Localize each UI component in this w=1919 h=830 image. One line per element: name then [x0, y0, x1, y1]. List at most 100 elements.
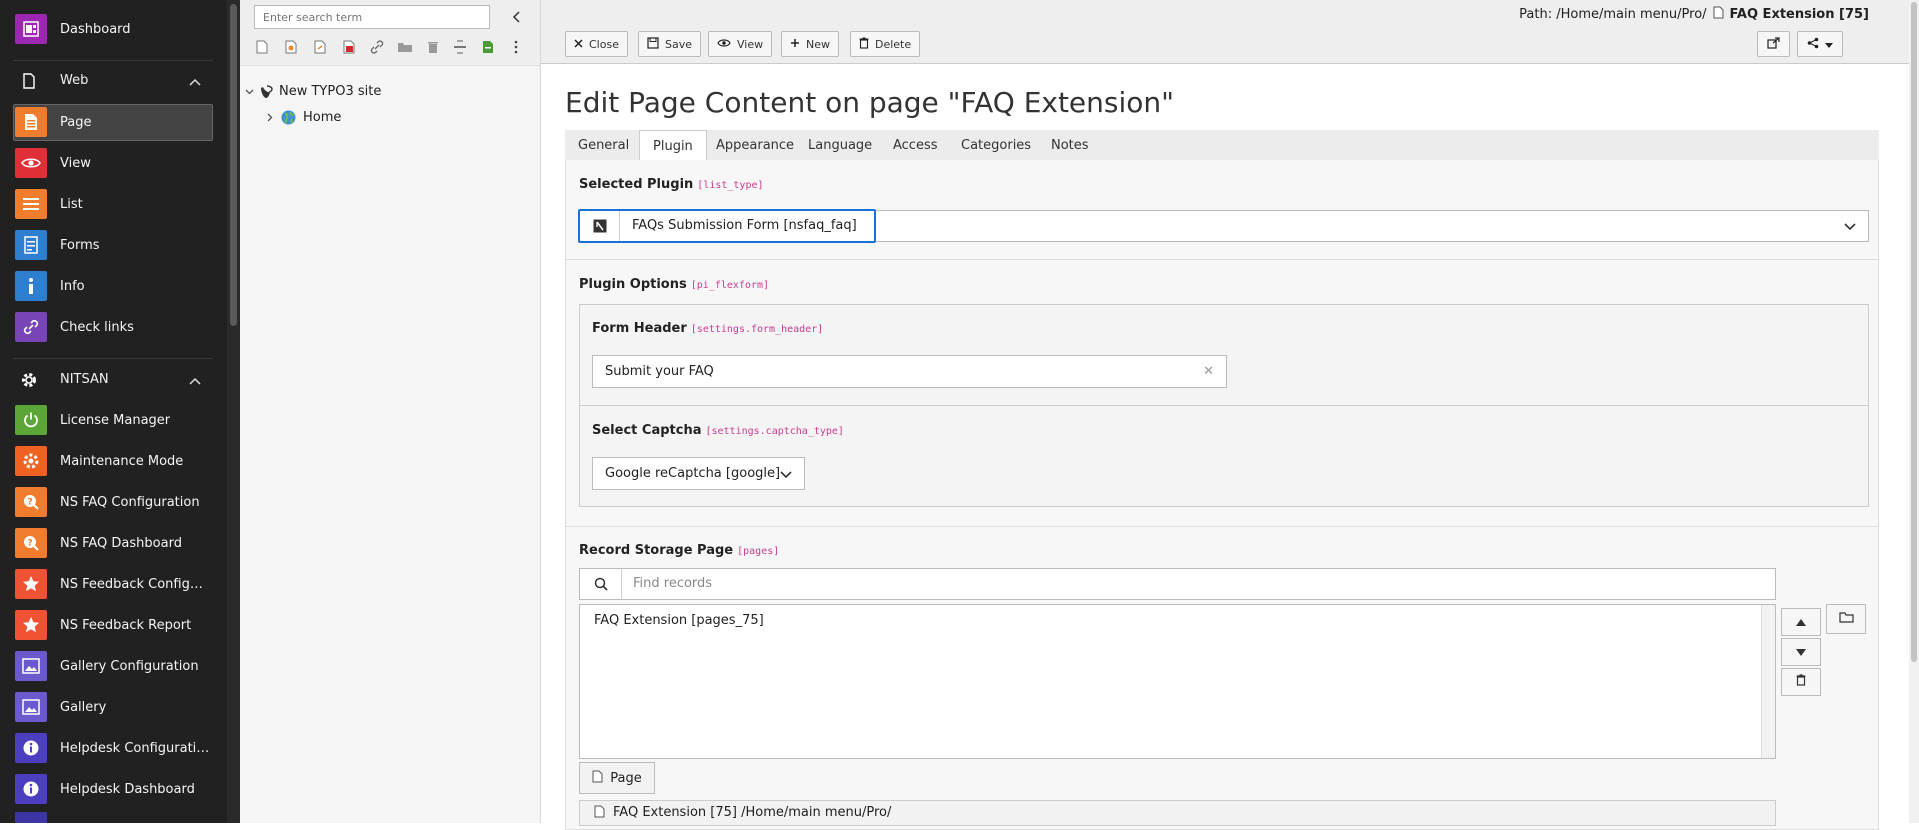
- tab-panel-plugin: Selected Plugin [list_type] FAQs Submissi…: [565, 160, 1879, 830]
- view-button[interactable]: View: [708, 31, 773, 57]
- field-label: Form Header: [592, 321, 687, 336]
- open-new-window-button[interactable]: [1757, 31, 1790, 57]
- move-down-button[interactable]: [1781, 638, 1821, 666]
- chevron-down-icon[interactable]: [245, 89, 257, 95]
- divider-tool-icon[interactable]: [451, 37, 469, 57]
- scrollbar-thumb[interactable]: [1911, 2, 1917, 662]
- module-ns-feedback-report[interactable]: NS Feedback Report: [0, 606, 226, 644]
- module-menu-scrollbar[interactable]: [227, 0, 240, 823]
- tab-language[interactable]: Language: [795, 130, 885, 161]
- new-page-link-icon[interactable]: [311, 37, 329, 57]
- module-list[interactable]: List: [0, 185, 226, 223]
- tab-categories[interactable]: Categories: [948, 130, 1044, 161]
- tree-node-label: Home: [303, 110, 342, 125]
- tree-node-home[interactable]: Home: [267, 110, 341, 125]
- star-icon: [15, 569, 47, 599]
- search-icon: [580, 569, 622, 599]
- page-title: Edit Page Content on page "FAQ Extension…: [565, 86, 1175, 119]
- move-up-button[interactable]: [1781, 608, 1821, 636]
- list-scrollbar[interactable]: [1761, 605, 1775, 758]
- page-outline-icon: [19, 71, 39, 91]
- find-records-input[interactable]: Find records: [579, 568, 1776, 600]
- module-label: Page: [60, 114, 92, 130]
- plugin-select-value: FAQs Submission Form [nsfaq_faq]: [632, 218, 857, 233]
- tree-node-site[interactable]: New TYPO3 site: [245, 84, 381, 99]
- link-tool-icon[interactable]: [368, 37, 386, 57]
- new-page-delete-icon[interactable]: [340, 37, 358, 57]
- browse-records-button[interactable]: [1826, 604, 1866, 634]
- captcha-select[interactable]: Google reCaptcha [google]: [592, 457, 805, 490]
- new-page-green-icon[interactable]: [479, 37, 497, 57]
- doc-header: Close Save View New Delete Path: /Home/m…: [541, 0, 1909, 64]
- close-icon: [574, 38, 583, 51]
- faq-icon: ?: [15, 528, 47, 558]
- module-label: Gallery: [60, 699, 107, 715]
- clear-icon[interactable]: ✕: [1203, 364, 1214, 379]
- divider: [580, 405, 1868, 406]
- module-gallery[interactable]: Gallery: [0, 688, 226, 726]
- plugin-select[interactable]: FAQs Submission Form [nsfaq_faq]: [578, 209, 1869, 243]
- plugin-type-icon: [580, 211, 620, 241]
- button-label: Delete: [875, 37, 912, 51]
- gear-icon: [19, 370, 39, 390]
- new-page-icon[interactable]: [253, 37, 271, 57]
- group-nitsan[interactable]: NITSAN: [13, 360, 213, 399]
- button-label: View: [737, 37, 764, 51]
- more-options-icon[interactable]: [507, 37, 525, 57]
- module-check-links[interactable]: Check links: [0, 308, 226, 346]
- group-label: Web: [60, 73, 89, 88]
- module-page[interactable]: Page: [0, 103, 226, 141]
- list-icon: [15, 189, 47, 219]
- group-web[interactable]: Web: [13, 61, 213, 100]
- share-button[interactable]: [1797, 31, 1843, 57]
- tab-plugin[interactable]: Plugin: [639, 130, 707, 162]
- delete-button[interactable]: Delete: [850, 31, 921, 57]
- tab-appearance[interactable]: Appearance: [703, 130, 807, 161]
- module-label: NS FAQ Dashboard: [60, 535, 182, 551]
- module-forms[interactable]: Forms: [0, 226, 226, 264]
- module-helpdesk-configuration[interactable]: Helpdesk Configuration: [0, 729, 226, 767]
- collapse-tree-icon[interactable]: [507, 7, 527, 27]
- form-header-input[interactable]: Submit your FAQ ✕: [592, 355, 1227, 388]
- recycler-icon[interactable]: [424, 37, 442, 57]
- select-value: Google reCaptcha [google]: [605, 466, 781, 481]
- save-button[interactable]: Save: [638, 31, 702, 57]
- eye-icon: [15, 148, 47, 178]
- path-prefix: Path: /Home/main menu/Pro/: [1519, 7, 1707, 22]
- path-page: FAQ Extension [75]: [1729, 7, 1869, 22]
- new-button[interactable]: New: [781, 31, 839, 57]
- selected-page-row[interactable]: FAQ Extension [75] /Home/main menu/Pro/: [579, 800, 1776, 826]
- list-item[interactable]: FAQ Extension [pages_75]: [594, 613, 764, 628]
- info-circle-icon: [15, 774, 47, 804]
- module-maintenance-mode[interactable]: Maintenance Mode: [0, 442, 226, 480]
- close-button[interactable]: Close: [565, 31, 628, 57]
- power-icon: [15, 405, 47, 435]
- tab-access[interactable]: Access: [880, 130, 951, 161]
- selected-records-list[interactable]: FAQ Extension [pages_75]: [579, 604, 1776, 759]
- chevron-right-icon[interactable]: [267, 113, 277, 122]
- flexform-section: Form Header [settings.form_header] Submit…: [579, 304, 1869, 507]
- new-page-special-icon[interactable]: [282, 37, 300, 57]
- breadcrumb: Path: /Home/main menu/Pro/ FAQ Extension…: [1519, 6, 1869, 23]
- content-scrollbar[interactable]: [1909, 0, 1919, 823]
- scrollbar-thumb[interactable]: [230, 4, 237, 326]
- module-view[interactable]: View: [0, 144, 226, 182]
- page-tree-panel: New TYPO3 site Home: [240, 0, 541, 823]
- module-info[interactable]: Info: [0, 267, 226, 305]
- image-icon: [15, 651, 47, 681]
- module-dashboard[interactable]: Dashboard: [0, 10, 226, 48]
- tree-search-input[interactable]: [254, 5, 490, 29]
- tab-notes[interactable]: Notes: [1038, 130, 1102, 161]
- folder-tool-icon[interactable]: [396, 37, 414, 57]
- module-ns-faq-dashboard[interactable]: ? NS FAQ Dashboard: [0, 524, 226, 562]
- add-page-button[interactable]: Page: [579, 762, 655, 794]
- module-license-manager[interactable]: License Manager: [0, 401, 226, 439]
- module-ns-feedback-configuration[interactable]: NS Feedback Configur...: [0, 565, 226, 603]
- field-code: [pi_flexform]: [690, 280, 770, 291]
- module-gallery-configuration[interactable]: Gallery Configuration: [0, 647, 226, 685]
- page-tree-toolbar: [240, 0, 540, 66]
- module-ns-faq-configuration[interactable]: ? NS FAQ Configuration: [0, 483, 226, 521]
- tab-general[interactable]: General: [565, 130, 642, 161]
- remove-record-button[interactable]: [1781, 668, 1821, 696]
- module-helpdesk-dashboard[interactable]: Helpdesk Dashboard: [0, 770, 226, 808]
